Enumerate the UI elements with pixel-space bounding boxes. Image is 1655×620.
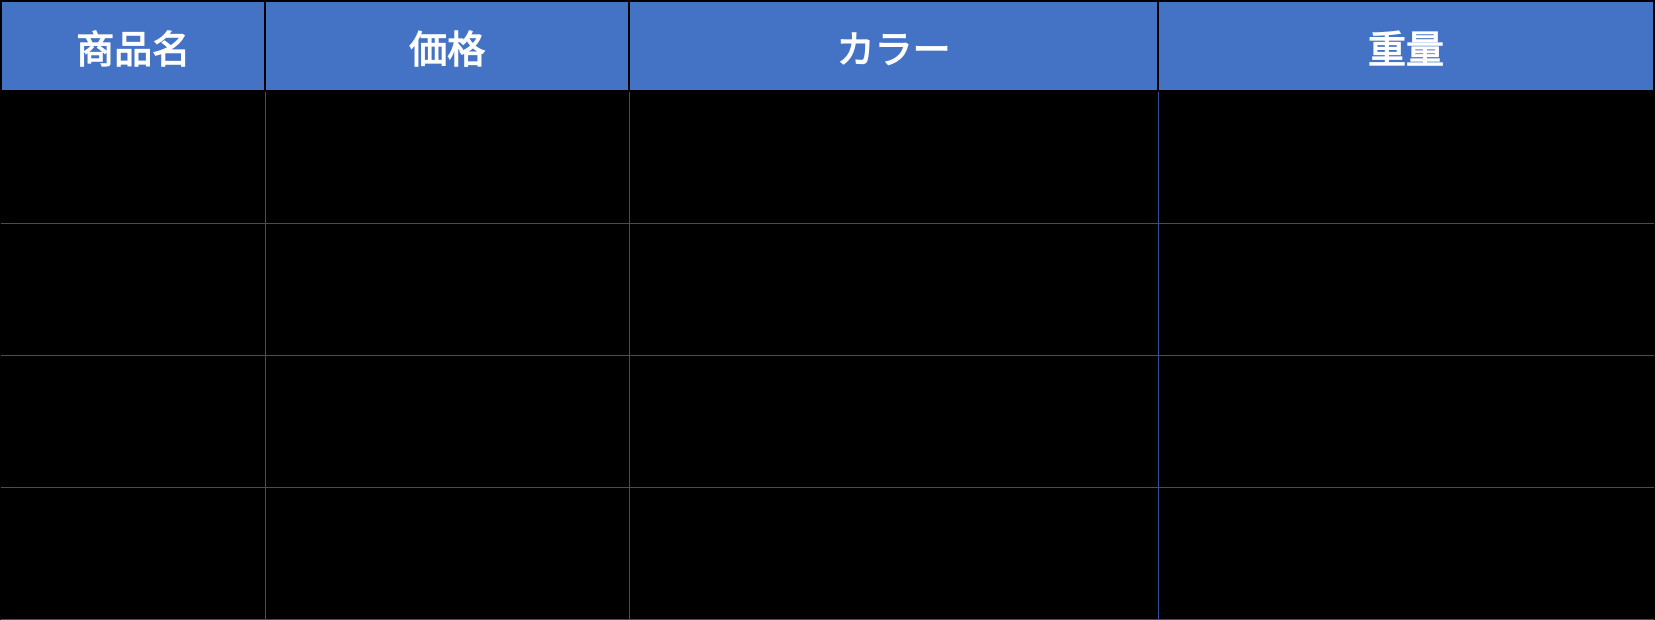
cell-color [629,223,1158,355]
cell-name [1,223,265,355]
cell-color [629,487,1158,619]
cell-name [1,487,265,619]
product-table: 商品名 価格 カラー 重量 [0,0,1655,620]
table-header-row: 商品名 価格 カラー 重量 [1,1,1654,91]
cell-name [1,91,265,223]
cell-weight [1158,91,1654,223]
table-row [1,355,1654,487]
cell-price [265,223,629,355]
cell-price [265,487,629,619]
col-header-weight: 重量 [1158,1,1654,91]
cell-price [265,91,629,223]
cell-name [1,355,265,487]
table-row [1,487,1654,619]
col-header-name: 商品名 [1,1,265,91]
cell-weight [1158,355,1654,487]
col-header-color: カラー [629,1,1158,91]
table-row [1,91,1654,223]
cell-price [265,355,629,487]
table-row [1,223,1654,355]
col-header-price: 価格 [265,1,629,91]
cell-color [629,355,1158,487]
cell-weight [1158,223,1654,355]
cell-weight [1158,487,1654,619]
cell-color [629,91,1158,223]
